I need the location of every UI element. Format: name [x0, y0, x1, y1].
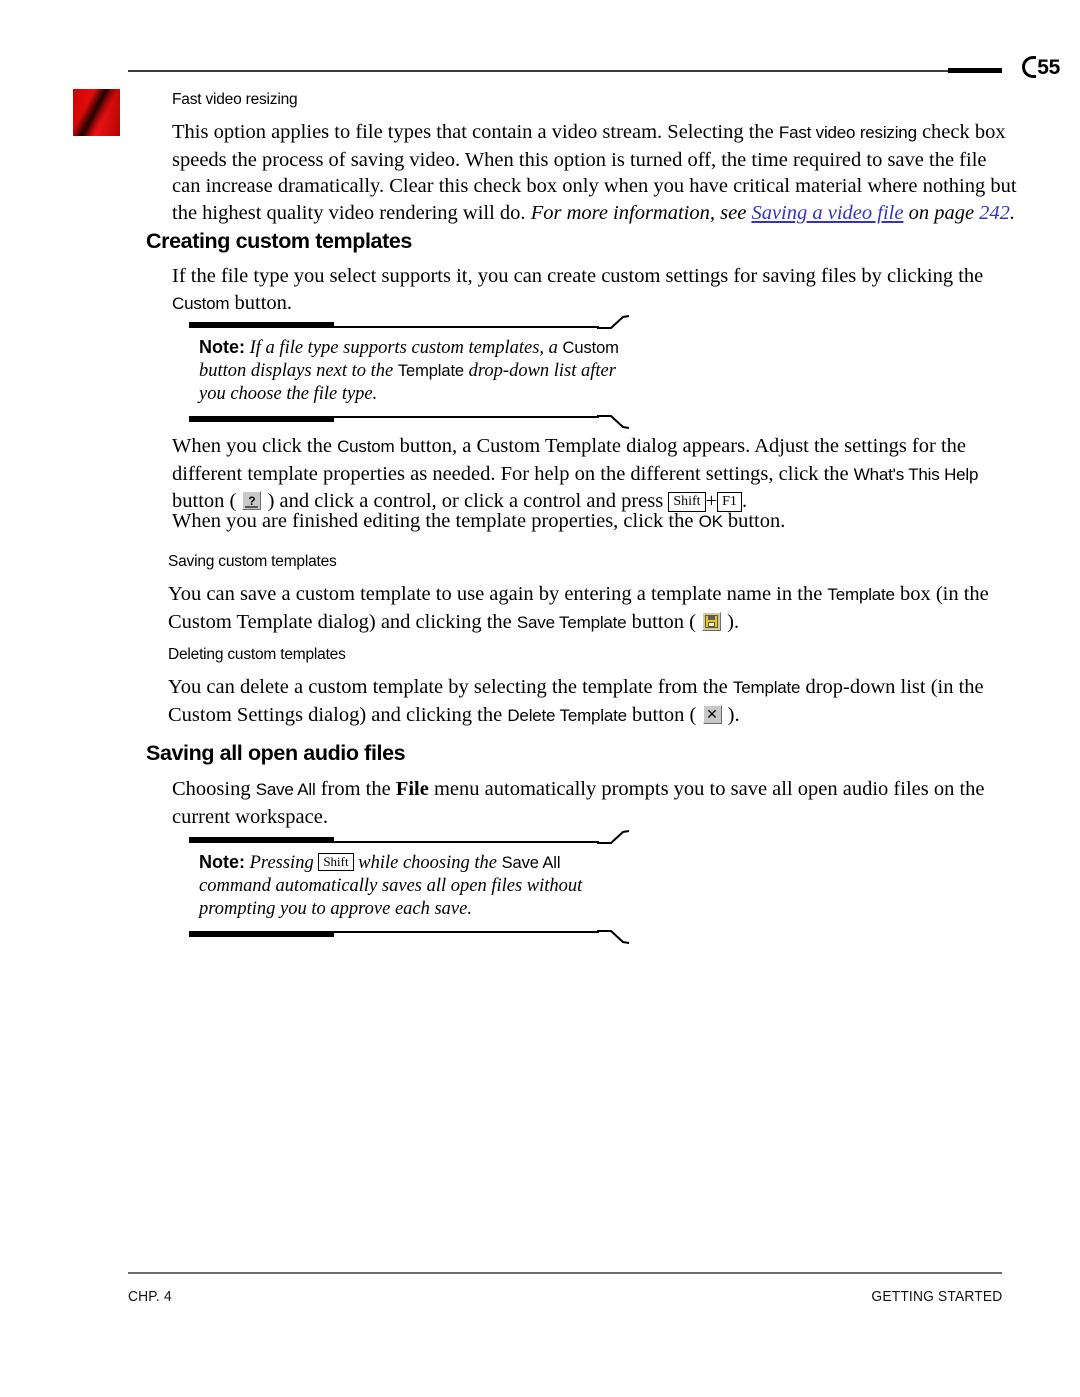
note-text-custom-templates: Note: If a file type supports custom tem…: [189, 328, 629, 416]
text-segment: Choosing: [172, 778, 256, 800]
text-segment-italic: on page: [903, 201, 980, 224]
ui-label-template: Template: [397, 362, 465, 380]
ui-label-whats-this-help: What's This Help: [853, 464, 979, 484]
document-page: 55 Fast video resizing This option appli…: [0, 0, 1080, 1397]
ui-label-fast-video-resizing: Fast video resizing: [778, 123, 917, 142]
note-hook-down-icon: [597, 930, 630, 944]
note-box-save-all: Note: Pressing Shift while choosing the …: [189, 830, 630, 944]
page-number-arc-icon: [1022, 56, 1037, 78]
paragraph-creating-custom-templates: If the file type you select supports it,…: [172, 263, 1002, 317]
ui-label-custom: Custom: [337, 437, 395, 456]
heading-saving-all-open-audio-files: Saving all open audio files: [146, 741, 406, 765]
page-number-badge: 55: [1022, 52, 1060, 82]
note-label: Note:: [199, 337, 245, 357]
ui-label-save-all: Save All: [255, 780, 316, 799]
paragraph-deleting-custom-templates: You can delete a custom template by sele…: [168, 674, 1018, 729]
footer-rule: [128, 1272, 1002, 1274]
text-segment: If the file type you select supports it,…: [172, 265, 984, 287]
paragraph-fast-video-resizing: This option applies to file types that c…: [172, 119, 1017, 226]
text-segment: You can delete a custom template by sele…: [168, 676, 733, 698]
text-segment: from the: [315, 778, 396, 800]
ui-label-custom: Custom: [562, 339, 619, 357]
note-rule-thin-segment: [332, 841, 599, 843]
text-segment-italic: button displays next to the: [199, 361, 398, 381]
ui-label-template: Template: [732, 678, 801, 697]
ui-label-custom: Custom: [172, 293, 230, 313]
footer-section-label: GETTING STARTED: [870, 1288, 1002, 1305]
text-segment: When you are finished editing the templa…: [172, 510, 699, 532]
heading-saving-custom-templates: Saving custom templates: [168, 553, 337, 570]
paragraph-custom-template-dialog: When you click the Custom button, a Cust…: [172, 433, 1017, 515]
note-rule-thick-segment: [189, 931, 334, 937]
ui-label-template: Template: [827, 585, 895, 604]
paragraph-saving-all-open-audio-files: Choosing Save All from the File menu aut…: [172, 776, 1017, 830]
text-segment: button.: [722, 510, 786, 532]
note-rule-thin-segment: [332, 326, 599, 328]
header-rule-thick: [948, 68, 1002, 73]
note-rule-thick-segment: [189, 837, 334, 843]
ui-label-ok: OK: [698, 512, 723, 531]
note-rule-thin-segment: [332, 931, 599, 933]
footer-chapter-label: CHP. 4: [128, 1288, 172, 1305]
ui-label-save-template: Save Template: [516, 612, 627, 632]
paragraph-finished-editing: When you are finished editing the templa…: [172, 508, 1017, 536]
heading-creating-custom-templates: Creating custom templates: [146, 229, 412, 253]
note-hook-up-icon: [597, 830, 630, 844]
keycap-shift: Shift: [318, 853, 354, 871]
paragraph-saving-custom-templates: You can save a custom template to use ag…: [168, 581, 1013, 636]
header-rule: [128, 70, 1002, 72]
note-rule-top: [189, 315, 630, 329]
menu-label-file: File: [395, 778, 429, 800]
text-segment-italic: For more information, see: [530, 201, 752, 224]
text-segment-italic: Pressing: [245, 853, 319, 873]
page-header: 55: [0, 56, 1080, 84]
note-rule-top: [189, 830, 630, 844]
note-rule-thick-segment: [189, 322, 334, 328]
text-segment: button (: [626, 703, 702, 726]
text-segment: ).: [722, 703, 740, 726]
text-segment: button.: [229, 291, 293, 314]
text-segment: This option applies to file types that c…: [172, 121, 779, 143]
delete-x-button-icon[interactable]: ✕: [702, 704, 722, 724]
ui-label-save-all: Save All: [501, 854, 561, 872]
note-rule-bottom: [189, 930, 630, 944]
text-segment: button (: [626, 610, 702, 633]
note-text-save-all: Note: Pressing Shift while choosing the …: [189, 843, 629, 931]
page-number: 55: [1037, 55, 1060, 79]
note-hook-up-icon: [597, 315, 630, 329]
note-hook-down-icon: [597, 415, 630, 429]
text-segment-italic: .: [1009, 201, 1016, 224]
text-segment-italic: If a file type supports custom templates…: [245, 338, 563, 358]
chapter-marker-icon: [73, 89, 120, 136]
cross-reference-link[interactable]: Saving a video file: [751, 202, 903, 224]
text-segment: You can save a custom template to use ag…: [168, 583, 828, 605]
save-floppy-button-icon[interactable]: [702, 611, 722, 631]
note-box-custom-templates: Note: If a file type supports custom tem…: [189, 315, 630, 429]
text-segment: When you click the: [172, 435, 338, 457]
text-segment-italic: while choosing the: [353, 853, 502, 873]
heading-deleting-custom-templates: Deleting custom templates: [168, 646, 346, 663]
note-rule-thin-segment: [332, 416, 599, 418]
note-label: Note:: [199, 852, 245, 872]
text-segment: ).: [722, 610, 740, 633]
ui-label-delete-template: Delete Template: [507, 705, 627, 725]
heading-fast-video-resizing: Fast video resizing: [172, 91, 298, 108]
note-rule-bottom: [189, 415, 630, 429]
cross-reference-page-number[interactable]: 242: [979, 202, 1010, 224]
text-segment-italic: command automatically saves all open fil…: [199, 876, 583, 919]
note-rule-thick-segment: [189, 416, 334, 422]
